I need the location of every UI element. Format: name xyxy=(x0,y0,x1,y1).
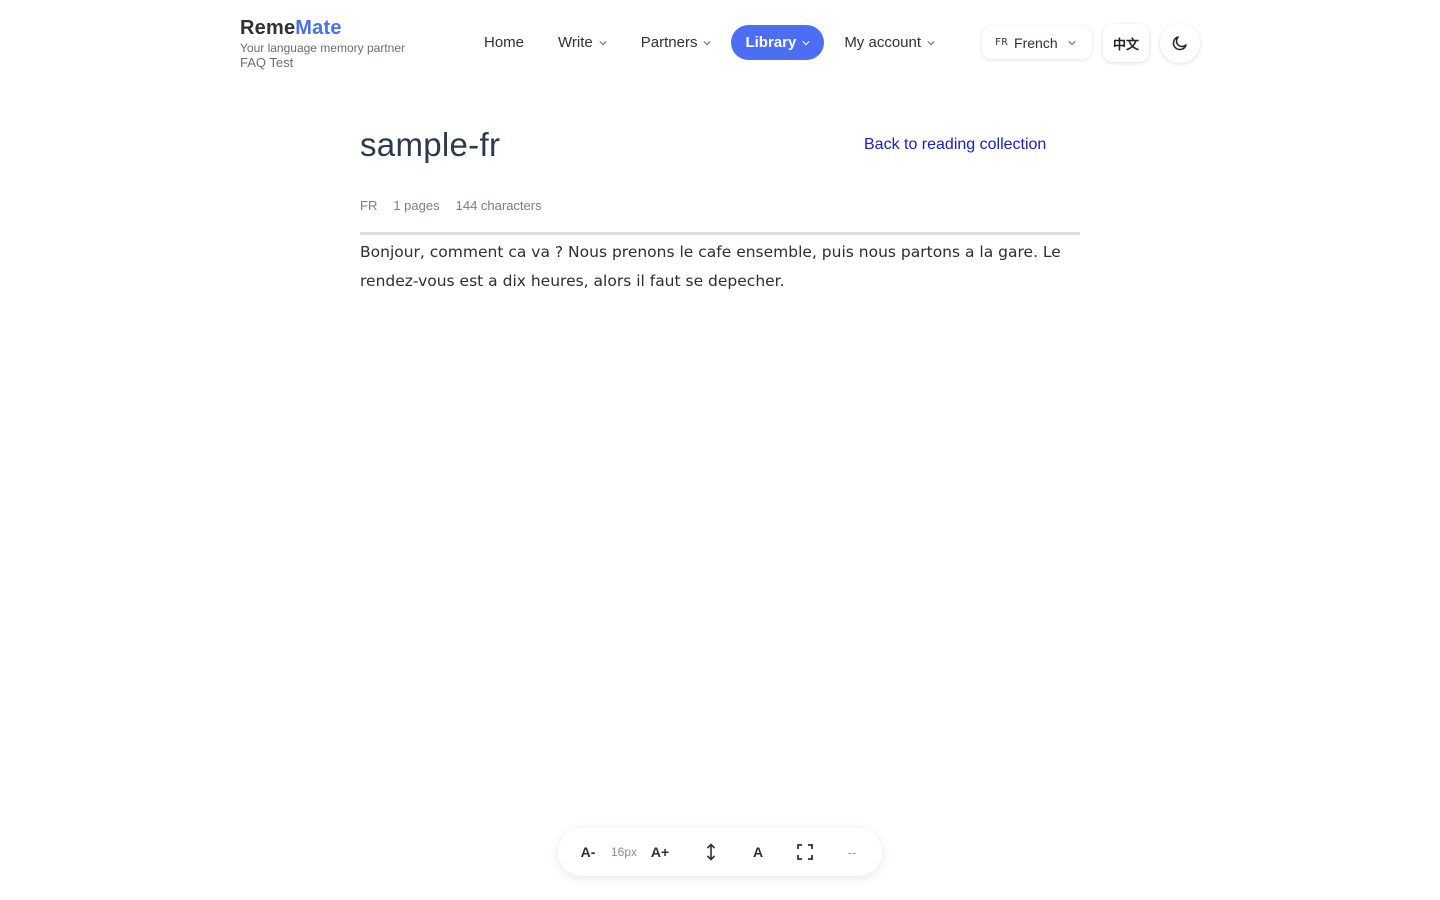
chevron-down-icon xyxy=(927,40,935,45)
nav-item-write[interactable]: Write xyxy=(544,25,621,60)
nav-item-my-account[interactable]: My account xyxy=(830,25,949,60)
language-label: French xyxy=(1014,34,1058,51)
chevron-down-icon xyxy=(703,40,712,45)
fullscreen-icon xyxy=(797,844,813,860)
document-meta: FR 1 pages 144 characters xyxy=(360,198,558,214)
brand-name: RemeMate xyxy=(240,16,405,40)
content-divider xyxy=(360,232,1080,235)
reader-toolbar: A- 16px A+ A -- xyxy=(558,828,882,876)
chevron-down-icon xyxy=(599,40,607,45)
main-nav: Home Write Partners Library My account xyxy=(470,25,955,60)
font-family-button[interactable]: A xyxy=(748,844,768,860)
line-height-button[interactable] xyxy=(699,840,723,864)
back-to-collection-link[interactable]: Back to reading collection xyxy=(864,135,1046,155)
chevron-down-icon xyxy=(802,40,810,45)
brand-name-part1: Reme xyxy=(240,17,296,39)
fullscreen-button[interactable] xyxy=(793,840,817,864)
nav-item-label: Library xyxy=(745,34,797,51)
brand-name-part2: Mate xyxy=(295,17,342,39)
nav-item-label: My account xyxy=(844,34,922,51)
nav-item-home[interactable]: Home xyxy=(470,25,538,60)
increase-font-button[interactable]: A+ xyxy=(650,844,670,860)
decrease-font-button[interactable]: A- xyxy=(578,844,598,860)
language-code: FR xyxy=(995,37,1009,48)
brand-tagline: Your language memory partner xyxy=(240,41,405,55)
font-size-display: 16px xyxy=(610,845,638,859)
language-select[interactable]: FR French xyxy=(982,26,1092,59)
nav-item-label: Partners xyxy=(640,34,698,51)
meta-pages: 1 pages xyxy=(393,198,440,213)
page-title: sample-fr xyxy=(360,126,501,163)
nav-item-label: Home xyxy=(484,34,525,51)
nav-item-library[interactable]: Library xyxy=(731,25,825,60)
brand-subtitle: FAQ Test xyxy=(240,55,294,70)
theme-toggle-button[interactable] xyxy=(1160,23,1200,63)
meta-characters: 144 characters xyxy=(455,198,542,213)
vertical-arrows-icon xyxy=(706,843,716,861)
chevron-down-icon xyxy=(1068,40,1076,45)
meta-language: FR xyxy=(360,198,378,213)
moon-icon xyxy=(1172,36,1187,51)
brand[interactable]: RemeMate Your language memory partner FA… xyxy=(240,16,405,70)
nav-item-label: Write xyxy=(558,34,593,51)
nav-item-partners[interactable]: Partners xyxy=(627,25,726,60)
reading-content: Bonjour, comment ca va ? Nous prenons le… xyxy=(360,243,1061,290)
extra-option-button[interactable]: -- xyxy=(842,845,862,860)
ui-language-button[interactable]: 中文 xyxy=(1103,24,1149,62)
site-header: RemeMate Your language memory partner FA… xyxy=(0,0,1440,86)
